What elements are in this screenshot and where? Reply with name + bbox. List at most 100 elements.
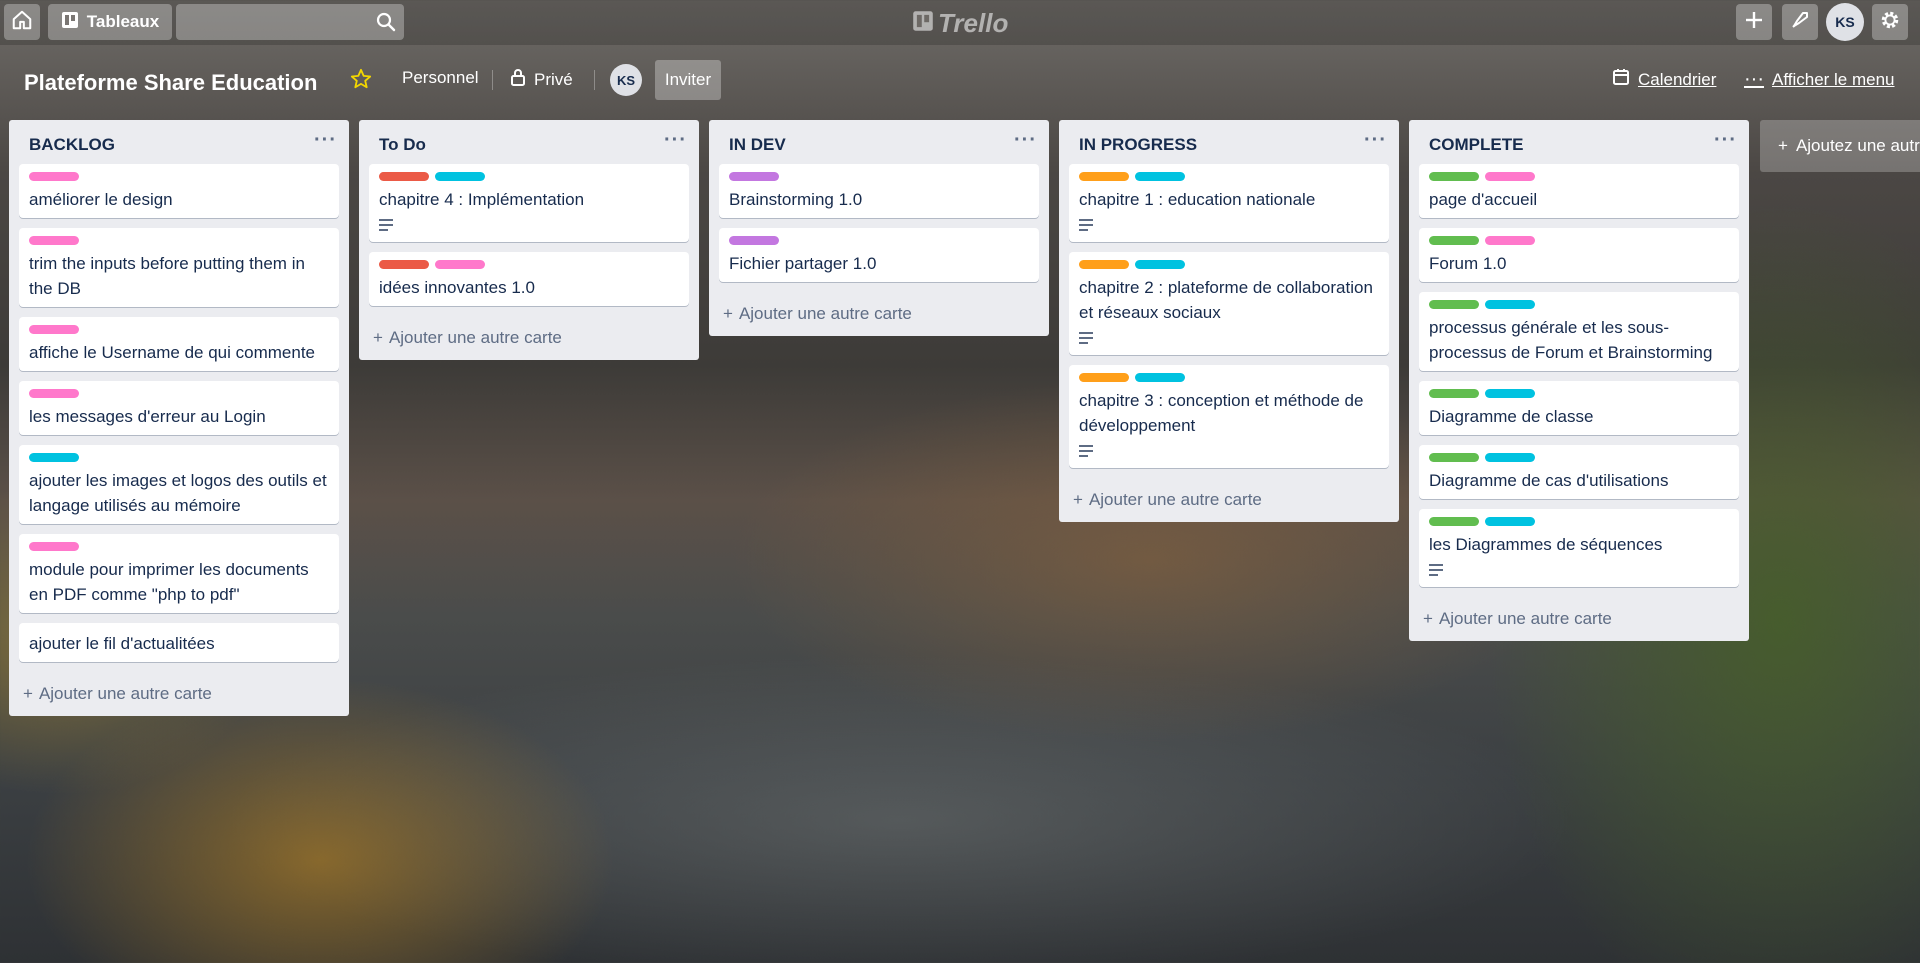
card-label[interactable] xyxy=(729,172,779,181)
home-button[interactable] xyxy=(4,4,40,40)
card-label[interactable] xyxy=(729,236,779,245)
search-input[interactable] xyxy=(176,4,404,40)
card[interactable]: chapitre 4 : Implémentation xyxy=(369,164,689,242)
card[interactable]: les messages d'erreur au Login xyxy=(19,381,339,435)
card-label[interactable] xyxy=(29,325,79,334)
trello-logo[interactable]: Trello xyxy=(912,8,1008,39)
invite-button[interactable]: Inviter xyxy=(655,60,721,100)
card-label[interactable] xyxy=(379,260,429,269)
plus-icon: + xyxy=(1778,136,1788,155)
card[interactable]: ajouter le fil d'actualitées xyxy=(19,623,339,662)
card-label[interactable] xyxy=(29,236,79,245)
list-menu-icon[interactable]: ··· xyxy=(1714,129,1737,162)
card[interactable]: chapitre 1 : education nationale xyxy=(1069,164,1389,242)
add-card-button[interactable]: + Ajouter une autre carte xyxy=(709,292,1049,336)
card-label[interactable] xyxy=(1485,517,1535,526)
card-label[interactable] xyxy=(1135,373,1185,382)
calendar-button[interactable]: Calendrier xyxy=(1612,68,1716,91)
card-title: Brainstorming 1.0 xyxy=(729,190,863,209)
add-card-button[interactable]: + Ajouter une autre carte xyxy=(9,672,349,716)
card[interactable]: Diagramme de cas d'utilisations xyxy=(1419,445,1739,499)
card[interactable]: processus générale et les sous-processus… xyxy=(1419,292,1739,371)
visibility-button[interactable]: Privé xyxy=(510,68,573,91)
card-label[interactable] xyxy=(1429,389,1479,398)
card-label[interactable] xyxy=(1079,172,1129,181)
list-title[interactable]: IN PROGRESS xyxy=(1079,135,1197,155)
card[interactable]: Brainstorming 1.0 xyxy=(719,164,1039,218)
card-title: trim the inputs before putting them in t… xyxy=(29,254,305,298)
card-label[interactable] xyxy=(1485,300,1535,309)
search-icon[interactable] xyxy=(376,12,396,37)
list-title[interactable]: BACKLOG xyxy=(29,135,115,155)
card[interactable]: ajouter les images et logos des outils e… xyxy=(19,445,339,524)
card[interactable]: Diagramme de classe xyxy=(1419,381,1739,435)
header-divider xyxy=(594,70,595,90)
card[interactable]: module pour imprimer les documents en PD… xyxy=(19,534,339,613)
settings-button[interactable] xyxy=(1872,4,1908,40)
card-labels xyxy=(1429,389,1729,398)
boards-button[interactable]: Tableaux xyxy=(48,4,172,40)
list-menu-icon[interactable]: ··· xyxy=(664,129,687,162)
card-label[interactable] xyxy=(1485,453,1535,462)
show-menu-button[interactable]: ··· Afficher le menu xyxy=(1744,68,1895,91)
card-labels xyxy=(29,325,329,334)
add-list-button[interactable]: + Ajoutez une autre liste xyxy=(1760,120,1920,172)
add-card-button[interactable]: + Ajouter une autre carte xyxy=(359,316,699,360)
card-title: chapitre 4 : Implémentation xyxy=(379,190,585,209)
card[interactable]: améliorer le design xyxy=(19,164,339,218)
description-icon xyxy=(1079,218,1379,236)
card[interactable]: affiche le Username de qui commente xyxy=(19,317,339,371)
card-label[interactable] xyxy=(1429,517,1479,526)
card-label[interactable] xyxy=(29,542,79,551)
card-label[interactable] xyxy=(435,260,485,269)
card[interactable]: page d'accueil xyxy=(1419,164,1739,218)
card-label[interactable] xyxy=(1135,260,1185,269)
team-button[interactable]: Personnel xyxy=(402,68,479,88)
card[interactable]: chapitre 2 : plateforme de collaboration… xyxy=(1069,252,1389,355)
boards-label: Tableaux xyxy=(86,12,160,31)
user-avatar[interactable]: KS xyxy=(1826,3,1864,41)
list-menu-icon[interactable]: ··· xyxy=(1364,129,1387,162)
description-icon xyxy=(1429,563,1729,581)
more-icon: ··· xyxy=(1744,68,1764,90)
card-label[interactable] xyxy=(1429,453,1479,462)
card-label[interactable] xyxy=(435,172,485,181)
list-title[interactable]: COMPLETE xyxy=(1429,135,1523,155)
card-label[interactable] xyxy=(1485,389,1535,398)
card-label[interactable] xyxy=(1429,172,1479,181)
card-labels xyxy=(29,542,329,551)
card-labels xyxy=(29,389,329,398)
card[interactable]: idées innovantes 1.0 xyxy=(369,252,689,306)
card-label[interactable] xyxy=(1429,236,1479,245)
member-avatar[interactable]: KS xyxy=(610,64,642,96)
card-label[interactable] xyxy=(29,172,79,181)
card-label[interactable] xyxy=(1135,172,1185,181)
card-label[interactable] xyxy=(1485,172,1535,181)
card-label[interactable] xyxy=(1429,300,1479,309)
create-button[interactable] xyxy=(1736,4,1772,40)
plus-icon: + xyxy=(1423,609,1433,628)
card[interactable]: les Diagrammes de séquences xyxy=(1419,509,1739,587)
list-backlog: BACKLOG ··· améliorer le design trim the … xyxy=(9,120,349,716)
card-labels xyxy=(379,172,679,181)
board-title[interactable]: Plateforme Share Education xyxy=(24,70,317,96)
list-title[interactable]: To Do xyxy=(379,135,426,155)
card-label[interactable] xyxy=(29,389,79,398)
card-label[interactable] xyxy=(1485,236,1535,245)
star-icon[interactable] xyxy=(350,68,372,95)
list-menu-icon[interactable]: ··· xyxy=(314,129,337,162)
tips-button[interactable] xyxy=(1782,4,1818,40)
card-label[interactable] xyxy=(379,172,429,181)
card[interactable]: Fichier partager 1.0 xyxy=(719,228,1039,282)
card-label[interactable] xyxy=(1079,260,1129,269)
add-card-button[interactable]: + Ajouter une autre carte xyxy=(1059,478,1399,522)
add-card-button[interactable]: + Ajouter une autre carte xyxy=(1409,597,1749,641)
show-menu-label: Afficher le menu xyxy=(1771,69,1895,89)
card[interactable]: trim the inputs before putting them in t… xyxy=(19,228,339,307)
card[interactable]: chapitre 3 : conception et méthode de dé… xyxy=(1069,365,1389,468)
list-title[interactable]: IN DEV xyxy=(729,135,786,155)
list-menu-icon[interactable]: ··· xyxy=(1014,129,1037,162)
card-label[interactable] xyxy=(1079,373,1129,382)
card-label[interactable] xyxy=(29,453,79,462)
card[interactable]: Forum 1.0 xyxy=(1419,228,1739,282)
